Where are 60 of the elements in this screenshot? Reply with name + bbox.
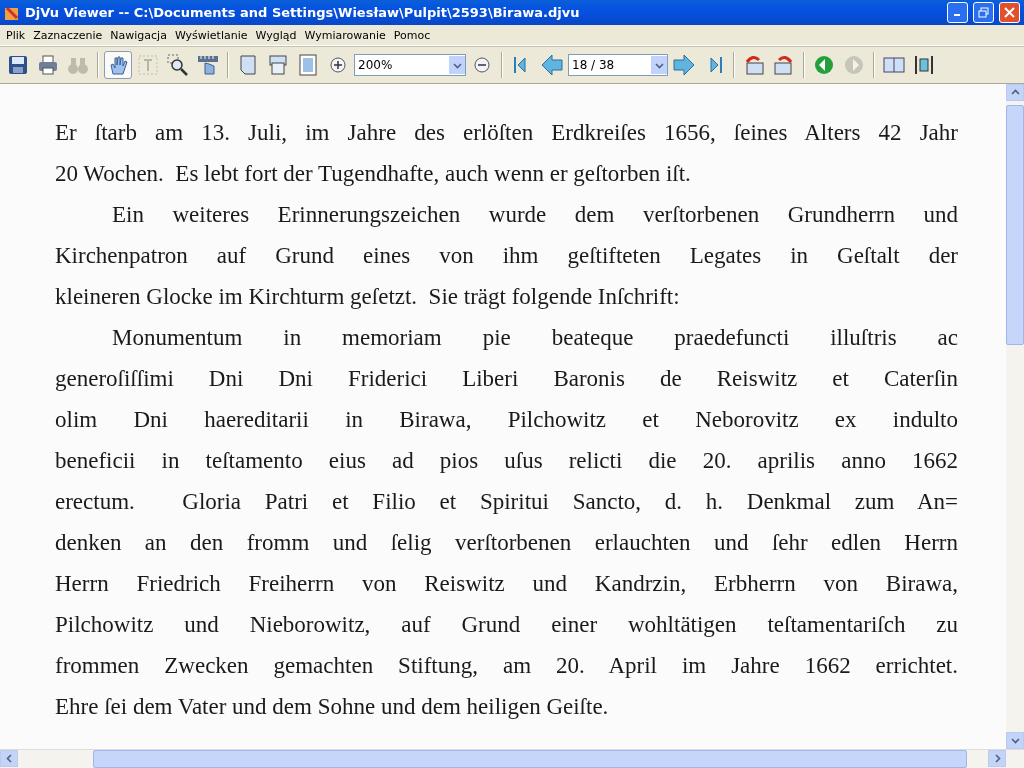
toolbar-button[interactable] xyxy=(104,51,132,79)
zoom-in-icon xyxy=(327,54,349,76)
text-line: Ehre ſei dem Vater und dem Sohne und dem heiligen Geiſte. xyxy=(55,693,610,721)
window-title: DjVu Viewer -- C:\Documents and Settings\Wiesław\Pulpit\2593\Birawa.djvu xyxy=(25,5,581,20)
combo-value: 18 / 38 xyxy=(571,58,616,72)
scroll-thumb[interactable] xyxy=(93,750,967,768)
text-line: Herrn Friedrich Freiherrn von Reiswitz und Kandrzin, Erbherrn von Birawa, xyxy=(55,570,958,598)
scroll-left-button[interactable] xyxy=(0,750,18,767)
text-line: Er ſtarb am 13. Juli, im Jahre des erlöſten Erdkreiſes 1656, ſeines Alters 42 Jahr xyxy=(55,119,958,147)
fit-width-icon xyxy=(913,54,935,76)
restore-button[interactable] xyxy=(973,2,994,23)
hand-icon xyxy=(107,54,129,76)
menu-item[interactable]: Pomoc xyxy=(389,28,435,42)
text-line: beneficii in teſtamento eius ad pios uſus relicti die 20. aprilis anno 1662 xyxy=(55,447,958,475)
page-icon xyxy=(237,54,259,76)
dropdown-button[interactable] xyxy=(651,56,667,74)
zoom-out-icon xyxy=(471,54,493,76)
text-line: olim Dni haereditarii in Birawa, Pilchowitz et Neborovitz ex indulto xyxy=(55,406,958,434)
magnifier-icon xyxy=(167,54,189,76)
text-line: generoſiſſimi Dni Dni Friderici Liberi Baronis de Reiswitz et Caterſin xyxy=(55,365,958,393)
text-line: Kirchenpatron auf Grund eines von ihm geſtifteten Legates in Geſtalt der xyxy=(55,242,958,270)
two-pages-icon xyxy=(883,54,905,76)
scroll-thumb[interactable] xyxy=(1006,105,1024,345)
rotate-right-icon xyxy=(773,54,795,76)
text-line: frommen Zwecken gemachten Stiftung, am 20. April im Jahre 1662 errichtet. xyxy=(55,652,958,680)
vertical-scrollbar[interactable] xyxy=(1006,84,1024,749)
text-line: 20 Wochen. Es lebt fort der Tugendhafte, auch wenn er geſtorben iſt. xyxy=(55,160,692,188)
restore-icon xyxy=(978,7,989,18)
app-icon xyxy=(4,4,20,21)
text-line: kleineren Glocke im Kirchturm geſetzt. Sie trägt folgende Inſchrift: xyxy=(55,283,681,311)
text-line: erectum. Gloria Patri et Filio et Spiritui Sancto, d. h. Denkmal zum An= xyxy=(55,488,958,516)
printer-icon xyxy=(37,54,59,76)
text-line: Monumentum in memoriam pie beateque praedefuncti illuſtris ac xyxy=(111,324,958,352)
horizontal-scrollbar[interactable] xyxy=(0,749,1024,768)
close-button[interactable] xyxy=(999,2,1020,23)
text-line: Pilchowitz und Nieborowitz, auf Grund einer wohltätigen teſtamentariſch zu xyxy=(55,611,958,639)
fit-page-icon xyxy=(297,54,319,76)
menu-item[interactable]: Wygląd xyxy=(251,28,301,42)
minimize-button[interactable] xyxy=(947,2,968,23)
combo-box[interactable]: 200% xyxy=(354,54,466,76)
text-line: denken an den fromm und ſelig verſtorbenen erlauchten und ſehr edlen Herrn xyxy=(55,529,958,557)
scroll-down-button[interactable] xyxy=(1006,732,1024,749)
text-select-icon xyxy=(137,54,159,76)
pages-icon xyxy=(267,54,289,76)
menu-item[interactable]: Nawigacja xyxy=(106,28,171,42)
menu-item[interactable]: Plik xyxy=(2,28,30,42)
next-page-icon xyxy=(673,54,695,76)
close-icon xyxy=(1004,7,1015,18)
scroll-up-button[interactable] xyxy=(1006,84,1024,101)
rotate-left-icon xyxy=(743,54,765,76)
combo-box[interactable]: 18 / 38 xyxy=(568,54,668,76)
text-line: Ein weiteres Erinnerungszeichen wurde dem verſtorbenen Grundherrn und xyxy=(111,201,958,229)
scroll-right-button[interactable] xyxy=(988,750,1006,767)
menu-item[interactable]: Wymiarowanie xyxy=(300,28,390,42)
menu-item[interactable]: Zaznaczenie xyxy=(29,28,107,42)
previous-page-icon xyxy=(541,54,563,76)
ruler-hand-icon xyxy=(197,54,219,76)
combo-value: 200% xyxy=(357,58,394,72)
dropdown-button[interactable] xyxy=(449,56,465,74)
menu-item[interactable]: Wyświetlanie xyxy=(170,28,252,42)
